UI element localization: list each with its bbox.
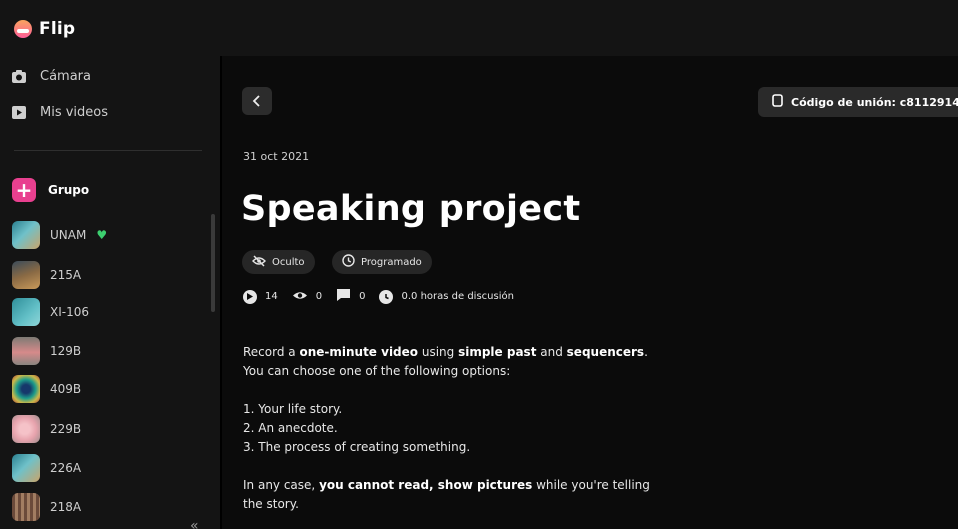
stat-hours-label: 0.0 horas de discusión — [401, 291, 514, 302]
group-name: 409B — [50, 382, 82, 396]
eye-off-icon — [252, 254, 266, 270]
join-code-label: Código de unión: c8112914 — [791, 95, 958, 109]
option-item: 1. Your life story. — [243, 402, 343, 416]
group-item-409b[interactable]: 409B — [12, 375, 81, 403]
group-heading: Grupo — [48, 183, 90, 197]
sidebar-scrollbar[interactable] — [211, 214, 215, 312]
nav-camera[interactable]: Cámara — [12, 65, 91, 87]
description-line: In any case, you cannot read, show pictu… — [243, 478, 650, 492]
flip-app: Flip Cámara Mis videos + Grupo UNAM ♥ 21… — [0, 0, 958, 529]
stat-comments-count: 0 — [359, 291, 366, 302]
group-name: 218A — [50, 500, 82, 514]
stat-hours: 0.0 horas de discusión — [379, 289, 514, 304]
group-item-xi-106[interactable]: XI-106 — [12, 298, 89, 326]
group-item-129b[interactable]: 129B — [12, 337, 81, 365]
description-line: Record a one-minute video using simple p… — [243, 345, 648, 359]
topic-description: Record a one-minute video using simple p… — [243, 343, 743, 514]
group-thumbnail — [12, 375, 40, 403]
nav-camera-label: Cámara — [40, 68, 91, 84]
group-name: XI-106 — [50, 305, 89, 319]
flip-logo-icon — [14, 20, 32, 38]
clock-icon — [379, 289, 394, 304]
topic-title: Speaking project — [241, 189, 581, 229]
brand-name: Flip — [39, 19, 76, 39]
group-name: 226A — [50, 461, 82, 475]
topic-stats: 14 0 0 0.0 horas de discusión — [243, 288, 528, 305]
join-code-button[interactable]: Código de unión: c8112914 — [758, 87, 958, 117]
sidebar-divider — [14, 150, 202, 151]
group-thumbnail — [12, 337, 40, 365]
group-item-229b[interactable]: 229B — [12, 415, 81, 443]
stat-videos-count: 14 — [265, 291, 278, 302]
group-thumbnail — [12, 454, 40, 482]
sidebar: Cámara Mis videos + Grupo UNAM ♥ 215A XI… — [0, 56, 220, 529]
stat-comments: 0 — [336, 288, 365, 305]
topic-date: 31 oct 2021 — [243, 150, 310, 163]
back-button[interactable] — [242, 87, 272, 115]
group-thumbnail — [12, 298, 40, 326]
group-item-215a[interactable]: 215A — [12, 261, 81, 289]
video-icon — [12, 105, 26, 119]
stat-views-count: 0 — [315, 291, 323, 302]
topic-panel: Código de unión: c8112914 31 oct 2021 Sp… — [222, 56, 958, 529]
hidden-chip[interactable]: Oculto — [242, 250, 315, 274]
scheduled-chip-label: Programado — [361, 256, 422, 268]
play-icon — [243, 289, 257, 304]
camera-icon — [12, 69, 26, 83]
heart-icon: ♥ — [96, 228, 108, 242]
group-name: 215A — [50, 268, 82, 282]
option-item: 2. An anecdote. — [243, 421, 338, 435]
stat-views: 0 — [292, 290, 322, 304]
group-thumbnail — [12, 415, 40, 443]
clock-icon — [342, 254, 355, 270]
group-name: 229B — [50, 422, 82, 436]
nav-my-videos-label: Mis videos — [40, 104, 109, 120]
group-item-218a[interactable]: 218A — [12, 493, 81, 521]
comment-icon — [336, 288, 351, 305]
group-thumbnail — [12, 493, 40, 521]
description-line: the story. — [243, 497, 299, 511]
chevron-left-icon — [252, 91, 262, 110]
group-thumbnail — [12, 221, 40, 249]
add-group-button[interactable]: + Grupo — [12, 178, 89, 202]
group-name: UNAM — [50, 228, 87, 242]
collapse-sidebar-icon[interactable]: « — [190, 518, 199, 529]
brand[interactable]: Flip — [14, 19, 75, 39]
scheduled-chip[interactable]: Programado — [332, 250, 432, 274]
copy-icon — [772, 94, 783, 110]
group-item-unam[interactable]: UNAM ♥ — [12, 221, 107, 249]
eye-icon — [292, 290, 308, 304]
description-line: You can choose one of the following opti… — [243, 364, 511, 378]
nav-my-videos[interactable]: Mis videos — [12, 101, 108, 123]
stat-videos: 14 — [243, 289, 278, 304]
top-bar: Flip — [0, 0, 958, 56]
hidden-chip-label: Oculto — [272, 256, 305, 268]
group-name: 129B — [50, 344, 82, 358]
group-thumbnail — [12, 261, 40, 289]
plus-icon: + — [12, 178, 36, 202]
group-item-226a[interactable]: 226A — [12, 454, 81, 482]
option-item: 3. The process of creating something. — [243, 440, 471, 454]
